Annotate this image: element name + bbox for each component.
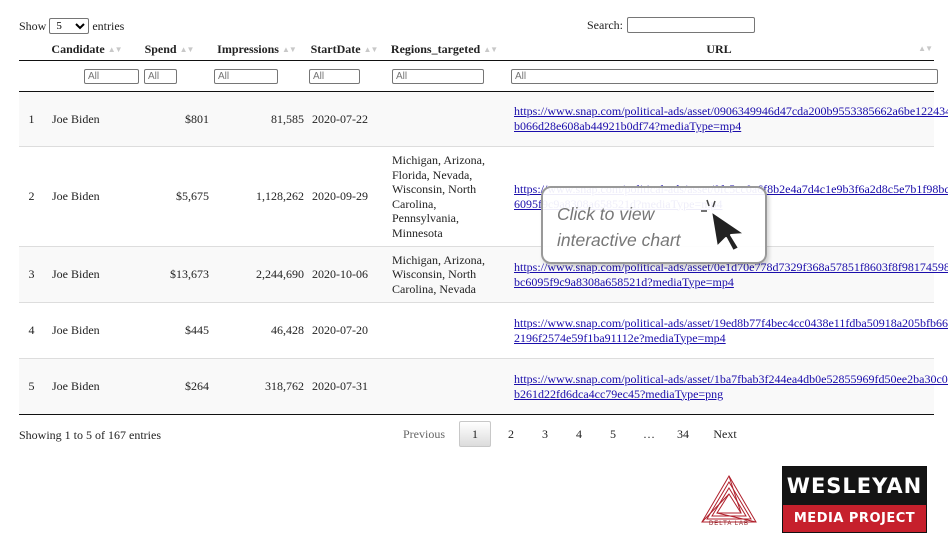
wesleyan-logo-bottom: MEDIA PROJECT [783, 505, 926, 532]
header-startdate[interactable]: StartDate ▲▼ [304, 38, 384, 61]
ad-url-link[interactable]: https://www.snap.com/political-ads/asset… [514, 316, 948, 346]
ad-url-link[interactable]: https://www.snap.com/political-ads/asset… [514, 104, 948, 134]
page-button[interactable]: 3 [529, 421, 561, 447]
header-index[interactable] [19, 38, 44, 61]
filter-startdate[interactable] [309, 69, 360, 84]
page-button[interactable]: 5 [597, 421, 629, 447]
header-url[interactable]: URL ▲▼ [504, 38, 934, 61]
page-button-last[interactable]: 34 [667, 421, 699, 447]
page-button[interactable]: 4 [563, 421, 595, 447]
table-row: 3 Joe Biden $13,673 2,244,690 2020-10-06… [19, 246, 948, 303]
sort-icon: ▲▼ [918, 44, 933, 53]
sort-icon: ▲▼ [179, 44, 195, 54]
page-length-select[interactable]: 5 [49, 18, 90, 34]
search-control: Search: [587, 17, 755, 33]
wesleyan-logo: WESLEYAN MEDIA PROJECT [782, 466, 927, 533]
page-ellipsis: … [643, 427, 655, 441]
header-candidate[interactable]: Candidate ▲▼ [44, 38, 129, 61]
page-button[interactable]: 2 [495, 421, 527, 447]
table-controls: Show 5 entries Search: [19, 17, 934, 37]
sort-icon: ▲▼ [281, 44, 297, 54]
wesleyan-logo-top: WESLEYAN [783, 467, 926, 505]
sort-icon: ▲▼ [107, 44, 123, 54]
table-row: 2 Joe Biden $5,675 1,128,262 2020-09-29 … [19, 146, 948, 247]
cursor-click-icon [701, 199, 746, 252]
filter-url[interactable] [511, 69, 938, 84]
view-chart-overlay[interactable]: Click to view interactive chart [541, 186, 767, 264]
ad-url-link[interactable]: https://www.snap.com/political-ads/asset… [514, 372, 948, 402]
next-button[interactable]: Next [701, 421, 749, 447]
pagination: Previous 1 2 3 4 5 … 34 Next [393, 420, 749, 448]
show-label: Show [19, 18, 47, 33]
page-length-control: Show 5 entries [19, 18, 124, 34]
overlay-text: Click to view interactive chart [557, 204, 681, 250]
header-row: Candidate ▲▼ Spend ▲▼ Impressions ▲▼ StartD… [19, 38, 934, 61]
table-row: 4 Joe Biden $445 46,428 2020-07-20 https… [19, 302, 948, 359]
filter-spend[interactable] [144, 69, 177, 84]
delta-lab-label: DELTA LAB [708, 521, 750, 527]
header-regions[interactable]: Regions_targeted ▲▼ [384, 38, 504, 61]
filter-row [19, 60, 938, 92]
search-label: Search: [587, 17, 623, 32]
table-info: Showing 1 to 5 of 167 entries [19, 428, 161, 442]
header-impressions[interactable]: Impressions ▲▼ [209, 38, 304, 61]
filter-regions[interactable] [392, 69, 484, 84]
table-row: 5 Joe Biden $264 318,762 2020-07-31 http… [19, 358, 948, 415]
ad-url-link[interactable]: https://www.snap.com/political-ads/asset… [514, 260, 948, 290]
sort-icon: ▲▼ [363, 44, 379, 54]
page-button-current[interactable]: 1 [459, 421, 491, 447]
sort-icon: ▲▼ [483, 44, 498, 54]
table-row: 1 Joe Biden $801 81,585 2020-07-22 https… [19, 91, 948, 147]
search-input[interactable] [626, 17, 755, 33]
header-spend[interactable]: Spend ▲▼ [129, 38, 209, 61]
previous-button[interactable]: Previous [393, 421, 455, 447]
ads-table: Candidate ▲▼ Spend ▲▼ Impressions ▲▼ StartD… [19, 38, 948, 415]
filter-impressions[interactable] [214, 69, 278, 84]
entries-label: entries [92, 18, 125, 33]
